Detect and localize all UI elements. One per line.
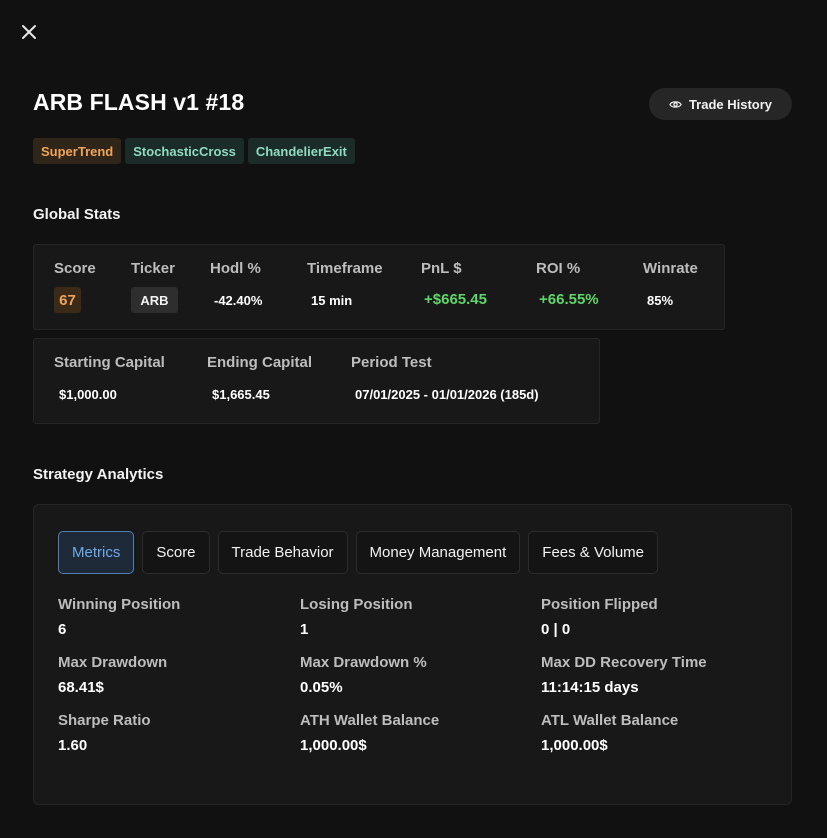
stat-timeframe: Timeframe bbox=[307, 260, 383, 277]
analytics-tabs: Metrics Score Trade Behavior Money Manag… bbox=[58, 531, 658, 574]
metric-label: Max DD Recovery Time bbox=[541, 654, 707, 671]
tag-stochasticcross: StochasticCross bbox=[125, 138, 244, 164]
stat-period-test-value: 07/01/2025 - 01/01/2026 (185d) bbox=[355, 387, 539, 402]
trade-history-label: Trade History bbox=[688, 96, 773, 112]
stat-roi-value: +66.55% bbox=[539, 291, 599, 308]
ticker-badge: ARB bbox=[131, 287, 178, 313]
metric-max-dd-recovery-time: Max DD Recovery Time 11:14:15 days bbox=[541, 654, 707, 696]
metric-max-drawdown: Max Drawdown 68.41$ bbox=[58, 654, 167, 696]
indicator-tags: SuperTrend StochasticCross ChandelierExi… bbox=[33, 138, 355, 164]
stat-winrate: Winrate bbox=[643, 260, 698, 277]
trade-history-button[interactable]: Trade History bbox=[649, 88, 792, 120]
metric-atl-wallet-balance: ATL Wallet Balance 1,000.00$ bbox=[541, 712, 678, 754]
stat-score: Score bbox=[54, 260, 96, 277]
stat-starting-capital: Starting Capital bbox=[54, 354, 165, 371]
stat-period-test: Period Test bbox=[351, 354, 432, 371]
stat-pnl-label: PnL $ bbox=[421, 260, 462, 277]
metric-label: Position Flipped bbox=[541, 596, 658, 613]
metric-label: Sharpe Ratio bbox=[58, 712, 151, 729]
close-icon bbox=[22, 25, 36, 39]
metric-value: 0 | 0 bbox=[541, 621, 571, 638]
metric-label: Winning Position bbox=[58, 596, 181, 613]
metric-label: Max Drawdown bbox=[58, 654, 168, 671]
stat-starting-capital-value: $1,000.00 bbox=[59, 387, 117, 402]
stat-hodl-value: -42.40% bbox=[214, 293, 263, 308]
stat-ticker-label: Ticker bbox=[131, 260, 175, 277]
eye-icon bbox=[669, 100, 682, 108]
global-stats-heading: Global Stats bbox=[33, 206, 121, 223]
metric-losing-position: Losing Position 1 bbox=[300, 596, 413, 638]
stat-ending-capital: Ending Capital bbox=[207, 354, 312, 371]
stat-pnl-value: +$665.45 bbox=[424, 291, 487, 308]
stat-ticker: Ticker bbox=[131, 260, 175, 277]
stat-pnl: PnL $ bbox=[421, 260, 462, 277]
stat-roi-label: ROI % bbox=[536, 260, 581, 277]
tab-money-management[interactable]: Money Management bbox=[355, 531, 521, 574]
metric-label: ATH Wallet Balance bbox=[300, 712, 440, 729]
strategy-detail-modal: ARB FLASH v1 #18 Trade History SuperTren… bbox=[0, 0, 827, 838]
global-stats-row1: Score 67 Ticker ARB Hodl % -42.40% Timef… bbox=[33, 244, 725, 330]
metric-value: 1,000.00$ bbox=[541, 737, 608, 754]
stat-score-label: Score bbox=[54, 260, 96, 277]
stat-timeframe-value: 15 min bbox=[311, 293, 353, 308]
close-button[interactable] bbox=[18, 21, 40, 43]
metric-ath-wallet-balance: ATH Wallet Balance 1,000.00$ bbox=[300, 712, 439, 754]
tag-supertrend: SuperTrend bbox=[33, 138, 122, 164]
strategy-analytics-panel: Metrics Score Trade Behavior Money Manag… bbox=[33, 504, 792, 805]
stat-ending-capital-label: Ending Capital bbox=[207, 354, 312, 371]
score-badge: 67 bbox=[54, 287, 81, 313]
metric-value: 68.41$ bbox=[58, 679, 104, 696]
metric-value: 0.05% bbox=[300, 679, 343, 696]
metric-position-flipped: Position Flipped 0 | 0 bbox=[541, 596, 658, 638]
strategy-title: ARB FLASH v1 #18 bbox=[33, 89, 245, 115]
tab-trade-behavior[interactable]: Trade Behavior bbox=[217, 531, 348, 574]
metric-value: 1.60 bbox=[58, 737, 88, 754]
metric-label: Losing Position bbox=[300, 596, 413, 613]
metric-sharpe-ratio: Sharpe Ratio 1.60 bbox=[58, 712, 151, 754]
metric-value: 1 bbox=[300, 621, 309, 638]
metric-max-drawdown-percent: Max Drawdown % 0.05% bbox=[300, 654, 427, 696]
strategy-analytics-heading: Strategy Analytics bbox=[33, 466, 164, 483]
stat-timeframe-label: Timeframe bbox=[307, 260, 383, 277]
tag-chandelierexit: ChandelierExit bbox=[247, 138, 355, 164]
metric-value: 6 bbox=[58, 621, 67, 638]
stat-hodl-label: Hodl % bbox=[210, 260, 261, 277]
stat-starting-capital-label: Starting Capital bbox=[54, 354, 165, 371]
metric-winning-position: Winning Position 6 bbox=[58, 596, 180, 638]
global-stats-row2: Starting Capital $1,000.00 Ending Capita… bbox=[33, 338, 600, 424]
metric-value: 1,000.00$ bbox=[300, 737, 367, 754]
tab-fees-volume[interactable]: Fees & Volume bbox=[528, 531, 658, 574]
tab-score[interactable]: Score bbox=[142, 531, 210, 574]
stat-hodl: Hodl % bbox=[210, 260, 261, 277]
tab-metrics[interactable]: Metrics bbox=[58, 531, 135, 574]
stat-period-test-label: Period Test bbox=[351, 354, 432, 371]
metric-label: Max Drawdown % bbox=[300, 654, 427, 671]
metric-label: ATL Wallet Balance bbox=[541, 712, 679, 729]
stat-winrate-value: 85% bbox=[647, 293, 674, 308]
stat-ending-capital-value: $1,665.45 bbox=[212, 387, 270, 402]
stat-roi: ROI % bbox=[536, 260, 580, 277]
metric-value: 11:14:15 days bbox=[541, 679, 639, 696]
stat-winrate-label: Winrate bbox=[643, 260, 698, 277]
